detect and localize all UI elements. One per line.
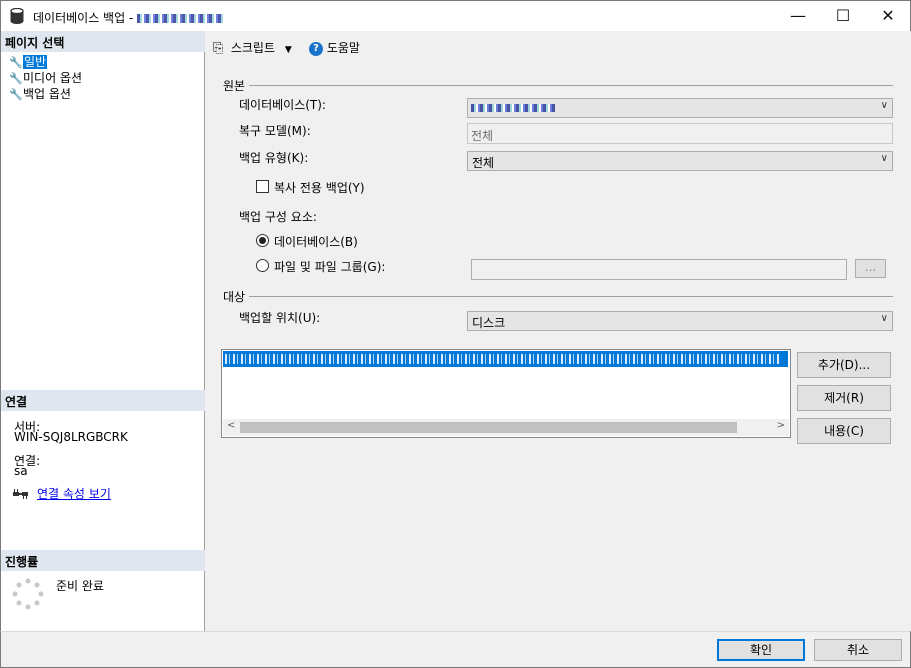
- connection-properties-link-text[interactable]: 연결 속성 보기: [37, 487, 111, 501]
- help-button[interactable]: ? 도움말: [309, 39, 360, 57]
- window-title: 데이터베이스 백업 -: [33, 9, 226, 26]
- database-label: 데이터베이스(T):: [239, 98, 326, 112]
- help-icon: ?: [309, 41, 323, 56]
- backup-component-label: 백업 구성 요소:: [239, 210, 317, 224]
- recovery-model-field: 전체: [467, 123, 893, 144]
- radio-files-label[interactable]: 파일 및 파일 그룹(G):: [274, 258, 385, 275]
- destination-list-item[interactable]: [223, 351, 788, 367]
- source-group-label: 원본: [223, 79, 246, 93]
- ok-button[interactable]: 확인: [717, 639, 805, 661]
- destination-divider: [249, 296, 893, 297]
- chevron-down-icon: ∨: [880, 153, 888, 164]
- left-pane: 페이지 선택 🔧일반 🔧미디어 옵션 🔧백업 옵션 연결 서버: WIN-SQJ…: [0, 31, 205, 631]
- redacted-database-name: [137, 14, 226, 23]
- maximize-button[interactable]: ☐: [820, 1, 866, 31]
- cancel-button[interactable]: 취소: [814, 639, 902, 661]
- destination-list[interactable]: < >: [221, 349, 791, 438]
- nav-item-backup-options-label: 백업 옵션: [23, 87, 71, 101]
- wrench-icon: 🔧: [9, 56, 23, 69]
- chevron-down-icon: ∨: [880, 313, 888, 324]
- backup-type-label: 백업 유형(K):: [239, 151, 309, 165]
- title-bar: 데이터베이스 백업 - — ☐ ✕: [0, 0, 911, 31]
- backup-to-label: 백업할 위치(U):: [239, 311, 321, 325]
- pages-header: 페이지 선택: [1, 31, 205, 52]
- scroll-right-icon[interactable]: >: [777, 420, 785, 431]
- backup-to-combobox[interactable]: 디스크 ∨: [467, 311, 893, 331]
- nav-item-backup-options[interactable]: 🔧백업 옵션: [9, 85, 71, 101]
- database-combobox[interactable]: ∨: [467, 98, 893, 118]
- server-value: WIN-SQJ8LRGBCRK: [14, 430, 128, 444]
- chevron-down-icon: ∨: [880, 100, 888, 111]
- source-divider: [249, 85, 893, 86]
- progress-spinner-icon: [12, 578, 44, 610]
- add-destination-button[interactable]: 추가(D)...: [797, 352, 891, 378]
- browse-files-button: ...: [855, 259, 886, 278]
- files-filegroups-field: [471, 259, 847, 280]
- nav-item-media-options[interactable]: 🔧미디어 옵션: [9, 69, 82, 85]
- radio-files-filegroups[interactable]: [256, 259, 269, 272]
- destination-group-label: 대상: [223, 290, 246, 304]
- minimize-button[interactable]: —: [775, 1, 821, 31]
- backup-type-combobox[interactable]: 전체 ∨: [467, 151, 893, 171]
- copy-only-label[interactable]: 복사 전용 백업(Y): [274, 179, 365, 196]
- bottom-bar: 확인 취소: [0, 631, 911, 668]
- chevron-down-icon[interactable]: ▼: [285, 45, 292, 55]
- connection-header: 연결: [1, 390, 205, 411]
- backup-to-value: 디스크: [472, 316, 506, 330]
- nav-item-general-label: 일반: [23, 55, 48, 69]
- destination-contents-button[interactable]: 내용(C): [797, 418, 891, 444]
- backup-type-value: 전체: [472, 156, 495, 170]
- redacted-database-value: [471, 104, 555, 112]
- close-button[interactable]: ✕: [865, 1, 911, 31]
- scroll-left-icon[interactable]: <: [227, 420, 235, 431]
- script-button[interactable]: ⎘ 스크립트 ▼: [213, 39, 292, 57]
- script-icon: ⎘: [213, 41, 224, 56]
- horizontal-scrollbar[interactable]: < >: [223, 419, 789, 436]
- nav-item-general[interactable]: 🔧일반: [9, 53, 48, 69]
- right-pane: ⎘ 스크립트 ▼ ? 도움말 원본 데이터베이스(T): ∨ 복구 모델(M):…: [205, 31, 911, 631]
- progress-status: 준비 완료: [56, 579, 104, 593]
- connection-properties-icon: [13, 489, 28, 499]
- wrench-icon: 🔧: [9, 72, 23, 85]
- window-title-text: 데이터베이스 백업 -: [33, 11, 138, 25]
- redacted-destination-path: [225, 353, 781, 364]
- nav-item-media-options-label: 미디어 옵션: [23, 71, 83, 85]
- database-icon: [10, 8, 24, 24]
- remove-destination-button[interactable]: 제거(R): [797, 385, 891, 411]
- radio-database-label[interactable]: 데이터베이스(B): [274, 233, 358, 250]
- radio-selected-dot: [259, 237, 266, 244]
- connection-value: sa: [14, 464, 28, 478]
- radio-database[interactable]: [256, 234, 269, 247]
- progress-header: 진행률: [1, 550, 205, 571]
- scrollbar-thumb[interactable]: [240, 422, 737, 433]
- recovery-model-label: 복구 모델(M):: [239, 124, 311, 138]
- wrench-icon: 🔧: [9, 88, 23, 101]
- connection-properties-link[interactable]: 연결 속성 보기: [37, 485, 111, 502]
- script-label: 스크립트: [230, 41, 275, 55]
- help-label: 도움말: [326, 41, 360, 55]
- copy-only-checkbox[interactable]: [256, 180, 269, 193]
